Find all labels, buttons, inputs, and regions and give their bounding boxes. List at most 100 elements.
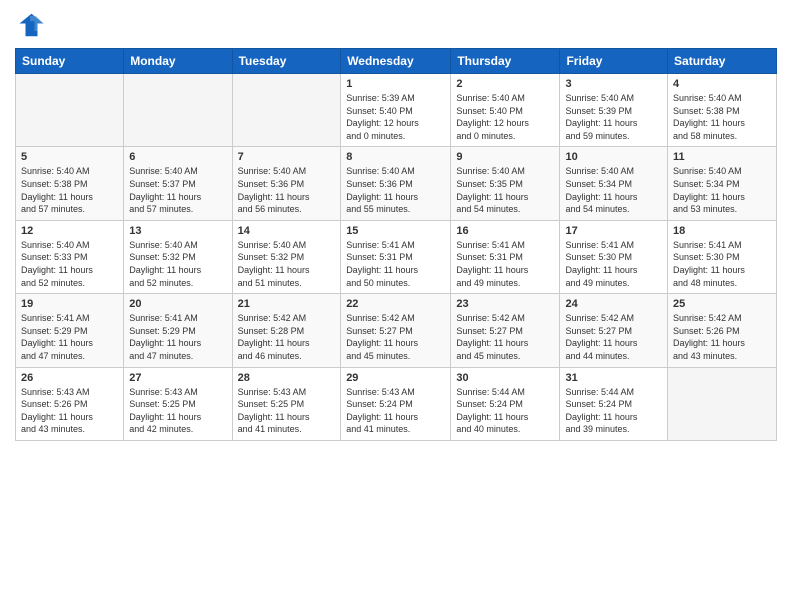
day-cell: 30Sunrise: 5:44 AM Sunset: 5:24 PM Dayli…: [451, 367, 560, 440]
day-cell: 4Sunrise: 5:40 AM Sunset: 5:38 PM Daylig…: [668, 74, 777, 147]
day-number: 27: [129, 372, 226, 384]
day-number: 8: [346, 151, 445, 163]
day-cell: 6 Sunrise: 5:40 AM Sunset: 5:37 PM Daylig…: [124, 147, 232, 220]
day-info: Sunrise: 5:40 AM Sunset: 5:38 PM Dayligh…: [21, 165, 118, 215]
day-number: 12: [21, 225, 118, 237]
day-cell: 7Sunrise: 5:40 AM Sunset: 5:36 PM Daylig…: [232, 147, 341, 220]
day-info: Sunrise: 5:39 AM Sunset: 5:40 PM Dayligh…: [346, 92, 445, 142]
day-cell: 20 Sunrise: 5:41 AM Sunset: 5:29 PM Dayli…: [124, 294, 232, 367]
week-row-1: 1 Sunrise: 5:39 AM Sunset: 5:40 PM Daylig…: [16, 74, 777, 147]
day-number: 26: [21, 372, 118, 384]
week-row-2: 5 Sunrise: 5:40 AM Sunset: 5:38 PM Daylig…: [16, 147, 777, 220]
day-info: Sunrise: 5:42 AM Sunset: 5:26 PM Dayligh…: [673, 312, 771, 362]
day-cell: 23Sunrise: 5:42 AM Sunset: 5:27 PM Dayli…: [451, 294, 560, 367]
day-cell: 1 Sunrise: 5:39 AM Sunset: 5:40 PM Daylig…: [341, 74, 451, 147]
week-row-3: 12 Sunrise: 5:40 AM Sunset: 5:33 PM Dayli…: [16, 220, 777, 293]
day-cell: 27 Sunrise: 5:43 AM Sunset: 5:25 PM Dayli…: [124, 367, 232, 440]
day-info: Sunrise: 5:41 AM Sunset: 5:31 PM Dayligh…: [346, 239, 445, 289]
day-cell: 8 Sunrise: 5:40 AM Sunset: 5:36 PM Daylig…: [341, 147, 451, 220]
day-cell: 3Sunrise: 5:40 AM Sunset: 5:39 PM Daylig…: [560, 74, 668, 147]
day-number: 4: [673, 78, 771, 90]
day-info: Sunrise: 5:44 AM Sunset: 5:24 PM Dayligh…: [565, 386, 662, 436]
day-cell: 25 Sunrise: 5:42 AM Sunset: 5:26 PM Dayli…: [668, 294, 777, 367]
weekday-header-tuesday: Tuesday: [232, 49, 341, 74]
weekday-header-row: SundayMondayTuesdayWednesdayThursdayFrid…: [16, 49, 777, 74]
week-row-5: 26 Sunrise: 5:43 AM Sunset: 5:26 PM Dayli…: [16, 367, 777, 440]
day-info: Sunrise: 5:40 AM Sunset: 5:35 PM Dayligh…: [456, 165, 554, 215]
day-number: 5: [21, 151, 118, 163]
day-number: 19: [21, 298, 118, 310]
day-info: Sunrise: 5:42 AM Sunset: 5:27 PM Dayligh…: [346, 312, 445, 362]
day-number: 16: [456, 225, 554, 237]
logo: [15, 10, 49, 40]
day-number: 30: [456, 372, 554, 384]
day-number: 18: [673, 225, 771, 237]
day-number: 11: [673, 151, 771, 163]
day-number: 6: [129, 151, 226, 163]
day-info: Sunrise: 5:43 AM Sunset: 5:25 PM Dayligh…: [238, 386, 336, 436]
day-number: 10: [565, 151, 662, 163]
day-number: 22: [346, 298, 445, 310]
day-cell: 17 Sunrise: 5:41 AM Sunset: 5:30 PM Dayli…: [560, 220, 668, 293]
day-info: Sunrise: 5:43 AM Sunset: 5:26 PM Dayligh…: [21, 386, 118, 436]
day-info: Sunrise: 5:40 AM Sunset: 5:32 PM Dayligh…: [129, 239, 226, 289]
calendar: SundayMondayTuesdayWednesdayThursdayFrid…: [15, 48, 777, 441]
day-number: 9: [456, 151, 554, 163]
header: [15, 10, 777, 40]
day-cell: 10 Sunrise: 5:40 AM Sunset: 5:34 PM Dayli…: [560, 147, 668, 220]
day-number: 2: [456, 78, 554, 90]
day-cell: 21Sunrise: 5:42 AM Sunset: 5:28 PM Dayli…: [232, 294, 341, 367]
day-number: 17: [565, 225, 662, 237]
day-number: 29: [346, 372, 445, 384]
logo-icon: [15, 10, 45, 40]
day-cell: 19Sunrise: 5:41 AM Sunset: 5:29 PM Dayli…: [16, 294, 124, 367]
week-row-4: 19 Sunrise: 5:41 AM Sunset: 5:29 PM Dayli…: [16, 294, 777, 367]
day-cell: [124, 74, 232, 147]
day-number: 14: [238, 225, 336, 237]
day-number: 15: [346, 225, 445, 237]
day-info: Sunrise: 5:40 AM Sunset: 5:34 PM Dayligh…: [565, 165, 662, 215]
day-info: Sunrise: 5:41 AM Sunset: 5:30 PM Dayligh…: [565, 239, 662, 289]
weekday-header-saturday: Saturday: [668, 49, 777, 74]
day-cell: [232, 74, 341, 147]
day-cell: 31 Sunrise: 5:44 AM Sunset: 5:24 PM Dayli…: [560, 367, 668, 440]
day-cell: 11 Sunrise: 5:40 AM Sunset: 5:34 PM Dayli…: [668, 147, 777, 220]
day-cell: 16 Sunrise: 5:41 AM Sunset: 5:31 PM Dayli…: [451, 220, 560, 293]
day-cell: 22 Sunrise: 5:42 AM Sunset: 5:27 PM Dayli…: [341, 294, 451, 367]
day-info: Sunrise: 5:40 AM Sunset: 5:36 PM Dayligh…: [346, 165, 445, 215]
weekday-header-friday: Friday: [560, 49, 668, 74]
day-number: 1: [346, 78, 445, 90]
day-info: Sunrise: 5:40 AM Sunset: 5:33 PM Dayligh…: [21, 239, 118, 289]
day-info: Sunrise: 5:40 AM Sunset: 5:34 PM Dayligh…: [673, 165, 771, 215]
day-number: 24: [565, 298, 662, 310]
day-cell: 2 Sunrise: 5:40 AM Sunset: 5:40 PM Daylig…: [451, 74, 560, 147]
weekday-header-monday: Monday: [124, 49, 232, 74]
day-info: Sunrise: 5:43 AM Sunset: 5:25 PM Dayligh…: [129, 386, 226, 436]
day-cell: 5 Sunrise: 5:40 AM Sunset: 5:38 PM Daylig…: [16, 147, 124, 220]
day-cell: 24 Sunrise: 5:42 AM Sunset: 5:27 PM Dayli…: [560, 294, 668, 367]
day-number: 21: [238, 298, 336, 310]
day-cell: 18 Sunrise: 5:41 AM Sunset: 5:30 PM Dayli…: [668, 220, 777, 293]
weekday-header-thursday: Thursday: [451, 49, 560, 74]
day-info: Sunrise: 5:42 AM Sunset: 5:27 PM Dayligh…: [565, 312, 662, 362]
day-number: 13: [129, 225, 226, 237]
day-cell: 14Sunrise: 5:40 AM Sunset: 5:32 PM Dayli…: [232, 220, 341, 293]
day-cell: [16, 74, 124, 147]
day-info: Sunrise: 5:40 AM Sunset: 5:40 PM Dayligh…: [456, 92, 554, 142]
day-info: Sunrise: 5:43 AM Sunset: 5:24 PM Dayligh…: [346, 386, 445, 436]
day-info: Sunrise: 5:41 AM Sunset: 5:29 PM Dayligh…: [129, 312, 226, 362]
day-number: 31: [565, 372, 662, 384]
day-info: Sunrise: 5:42 AM Sunset: 5:27 PM Dayligh…: [456, 312, 554, 362]
day-info: Sunrise: 5:40 AM Sunset: 5:37 PM Dayligh…: [129, 165, 226, 215]
day-info: Sunrise: 5:41 AM Sunset: 5:30 PM Dayligh…: [673, 239, 771, 289]
day-number: 20: [129, 298, 226, 310]
day-number: 25: [673, 298, 771, 310]
day-number: 7: [238, 151, 336, 163]
page: SundayMondayTuesdayWednesdayThursdayFrid…: [0, 0, 792, 612]
day-cell: 9 Sunrise: 5:40 AM Sunset: 5:35 PM Daylig…: [451, 147, 560, 220]
day-cell: 28Sunrise: 5:43 AM Sunset: 5:25 PM Dayli…: [232, 367, 341, 440]
day-number: 3: [565, 78, 662, 90]
day-cell: [668, 367, 777, 440]
weekday-header-sunday: Sunday: [16, 49, 124, 74]
day-info: Sunrise: 5:41 AM Sunset: 5:31 PM Dayligh…: [456, 239, 554, 289]
